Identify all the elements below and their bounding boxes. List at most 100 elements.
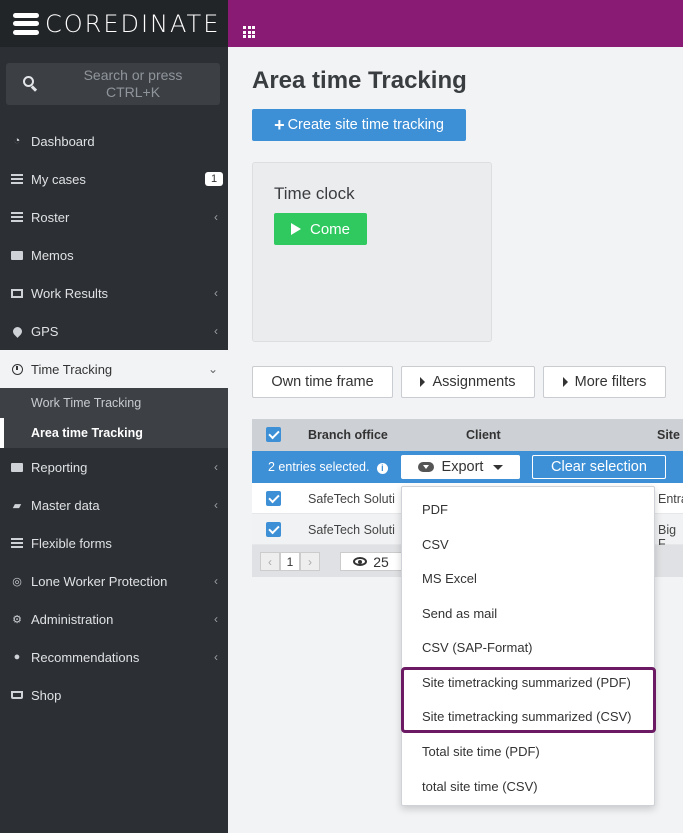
eye-icon [353, 557, 368, 566]
cart-icon [10, 691, 24, 699]
sidebar-item-reporting[interactable]: Reporting ‹ [0, 448, 228, 486]
export-option-send-as-mail[interactable]: Send as mail [422, 606, 497, 621]
selection-bar: 2 entries selected. i Export Clear selec… [252, 451, 683, 483]
sidebar-item-lone-worker-protection[interactable]: ◎ Lone Worker Protection ‹ [0, 562, 228, 600]
gears-icon: ⚙ [12, 613, 22, 626]
clear-selection-button[interactable]: Clear selection [532, 455, 666, 479]
sidebar-subitem-area-time-tracking[interactable]: Area time Tracking [0, 418, 228, 448]
sidebar-item-work-results[interactable]: Work Results ‹ [0, 274, 228, 312]
export-option-csv-sap[interactable]: CSV (SAP-Format) [422, 640, 533, 655]
sidebar-item-label: Shop [31, 687, 62, 703]
assignments-label: Assignments [432, 374, 516, 390]
logo-text: COREDINATE [45, 9, 221, 38]
sidebar-item-roster[interactable]: Roster ‹ [0, 198, 228, 236]
time-tracking-submenu: Work Time Tracking Area time Tracking [0, 388, 228, 448]
search-icon [23, 76, 38, 92]
highlight-frame [401, 667, 656, 733]
column-header-client[interactable]: Client [466, 428, 501, 442]
select-all-checkbox[interactable] [266, 427, 281, 442]
column-header-branch-office[interactable]: Branch office [308, 428, 388, 442]
page-size-value: 25 [373, 553, 389, 570]
sidebar-item-label: Lone Worker Protection [31, 573, 168, 589]
sidebar-item-gps[interactable]: GPS ‹ [0, 312, 228, 350]
sidebar-item-label: My cases [31, 171, 86, 187]
search-placeholder: Search or press CTRL+K [83, 67, 183, 100]
sidebar-item-label: Time Tracking [31, 361, 113, 377]
time-clock-title: Time clock [274, 184, 355, 203]
sidebar-item-label: Recommendations [31, 649, 140, 665]
form-icon [10, 538, 24, 548]
row-checkbox[interactable] [266, 491, 281, 506]
sidebar: COREDINATE Search or press CTRL+K ◔ Dash… [0, 0, 228, 833]
report-icon [10, 462, 24, 472]
column-header-site[interactable]: Site [657, 428, 680, 442]
export-option-pdf[interactable]: PDF [422, 502, 448, 517]
come-button[interactable]: Come [274, 213, 367, 245]
chevron-left-icon: ‹ [214, 650, 218, 664]
export-option-total-site-time-csv[interactable]: total site time (CSV) [422, 779, 538, 794]
more-filters-label: More filters [574, 374, 647, 390]
dashboard-icon: ◔ [13, 135, 21, 147]
selection-status: 2 entries selected. i [268, 460, 388, 474]
cloud-download-icon [417, 462, 434, 472]
next-page-button[interactable]: › [300, 552, 320, 571]
users-icon: ● [13, 651, 21, 663]
export-button[interactable]: Export [401, 455, 520, 479]
top-bar [228, 0, 683, 47]
page-number[interactable]: 1 [280, 552, 300, 571]
sidebar-item-memos[interactable]: Memos [0, 236, 228, 274]
export-option-ms-excel[interactable]: MS Excel [422, 571, 477, 586]
sidebar-item-flexible-forms[interactable]: Flexible forms [0, 524, 228, 562]
sidebar-item-shop[interactable]: Shop [0, 676, 228, 714]
selection-count-text: 2 entries selected. [268, 460, 370, 474]
create-site-time-tracking-button[interactable]: + Create site time tracking [252, 109, 466, 141]
chevron-left-icon: ‹ [214, 574, 218, 588]
create-button-label: Create site time tracking [287, 117, 444, 133]
page-size-select[interactable]: 25 [340, 552, 402, 571]
prev-page-button[interactable]: ‹ [260, 552, 280, 571]
info-icon[interactable]: i [376, 463, 388, 474]
sidebar-item-label: Reporting [31, 459, 88, 475]
play-icon [290, 223, 301, 235]
export-dropdown-menu: PDF CSV MS Excel Send as mail CSV (SAP-F… [401, 486, 655, 806]
branch-cell: SafeTech Soluti [308, 523, 395, 537]
lifebuoy-icon: ◎ [12, 575, 22, 588]
clock-icon [10, 363, 24, 375]
sidebar-subitem-work-time-tracking[interactable]: Work Time Tracking [0, 388, 228, 418]
sidebar-item-label: Flexible forms [31, 535, 112, 551]
sidebar-nav: ◔ Dashboard My cases 1 Roster ‹ Memos Wo… [0, 122, 228, 714]
sidebar-item-my-cases[interactable]: My cases 1 [0, 160, 228, 198]
sidebar-item-label: Master data [31, 497, 100, 513]
branch-cell: SafeTech Soluti [308, 492, 395, 506]
cases-count-badge: 1 [205, 172, 223, 186]
time-clock-card: Time clock Come [252, 162, 492, 342]
sidebar-item-master-data[interactable]: ▰ Master data ‹ [0, 486, 228, 524]
sidebar-item-label: GPS [31, 323, 59, 339]
book-icon: ▰ [12, 499, 22, 512]
table-header: Branch office Client Site [252, 419, 683, 451]
page-title: Area time Tracking [252, 67, 467, 94]
sidebar-item-time-tracking[interactable]: Time Tracking ⌄ [0, 350, 228, 388]
envelope-icon [10, 250, 24, 260]
assignments-filter-button[interactable]: Assignments [401, 366, 535, 398]
own-time-frame-button[interactable]: Own time frame [252, 366, 393, 398]
plus-icon: + [274, 115, 285, 135]
chevron-left-icon: ‹ [214, 612, 218, 626]
export-option-total-site-time-pdf[interactable]: Total site time (PDF) [422, 744, 540, 759]
sidebar-item-dashboard[interactable]: ◔ Dashboard [0, 122, 228, 160]
more-filters-button[interactable]: More filters [543, 366, 666, 398]
logo-icon [13, 12, 39, 35]
sidebar-item-label: Dashboard [31, 133, 95, 149]
sidebar-item-label: Work Results [31, 285, 109, 301]
search-input[interactable]: Search or press CTRL+K [6, 63, 220, 105]
apps-grid-icon[interactable] [243, 16, 255, 38]
logo[interactable]: COREDINATE [0, 0, 228, 47]
sidebar-item-recommendations[interactable]: ● Recommendations ‹ [0, 638, 228, 676]
export-option-csv[interactable]: CSV [422, 537, 449, 552]
chevron-down-icon: ⌄ [207, 362, 218, 376]
chevron-left-icon: ‹ [214, 210, 218, 224]
monitor-icon [10, 288, 24, 298]
row-checkbox[interactable] [266, 522, 281, 537]
chevron-left-icon: ‹ [214, 286, 218, 300]
sidebar-item-administration[interactable]: ⚙ Administration ‹ [0, 600, 228, 638]
